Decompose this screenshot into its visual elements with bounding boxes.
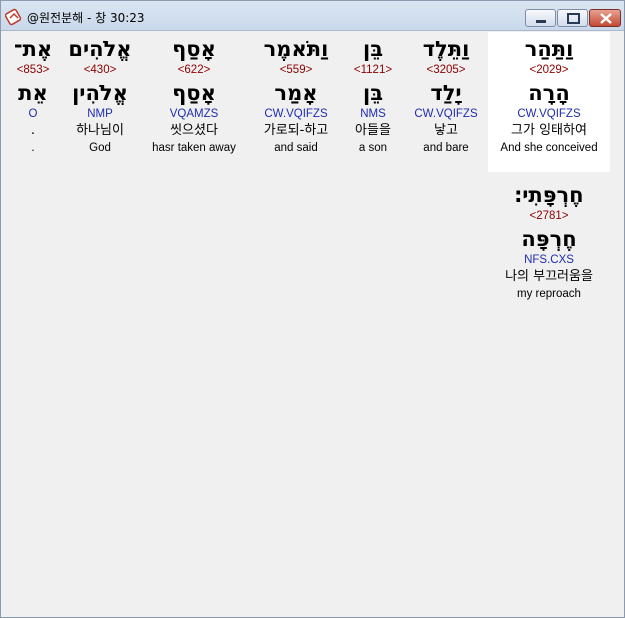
english-gloss: hasr taken away bbox=[152, 142, 236, 154]
hebrew-lemma: חֶרְפָּה bbox=[521, 227, 577, 251]
strongs-number[interactable]: <559> bbox=[252, 62, 340, 78]
korean-gloss: . bbox=[30, 123, 36, 138]
word-column-3[interactable]: בֵּן <1121> בֵּן NMS 아들을 a son bbox=[344, 32, 402, 156]
strongs-number[interactable]: <430> bbox=[62, 62, 138, 78]
title-bar[interactable]: @원전분해 - 창 30:23 bbox=[1, 1, 624, 31]
parsing-code: O bbox=[28, 108, 38, 120]
strongs-number[interactable]: <2029> bbox=[488, 62, 610, 78]
interlinear-panel: וַתַּהַר <2029> הָרָה CW.VQIFZS 그가 잉태하여 … bbox=[2, 32, 624, 617]
parsing-code: CW.VQIFZS bbox=[414, 108, 478, 120]
korean-gloss: 나의 부끄러움을 bbox=[505, 269, 593, 284]
english-gloss: a son bbox=[358, 142, 388, 154]
hebrew-lemma: יָלַד bbox=[430, 81, 462, 105]
hebrew-lemma: אָסַף bbox=[172, 81, 216, 105]
hebrew-lemma: אֱלֹהִין bbox=[72, 81, 128, 105]
hebrew-surface: אֶת־ bbox=[13, 37, 53, 61]
parsing-code: VQAMZS bbox=[169, 108, 219, 120]
hebrew-surface: אֱלֹהִים bbox=[68, 37, 132, 61]
strongs-number[interactable]: <1121> bbox=[344, 62, 402, 78]
strongs-number[interactable]: <3205> bbox=[406, 62, 486, 78]
word-column-1[interactable]: וַתַּהַר <2029> הָרָה CW.VQIFZS 그가 잉태하여 … bbox=[488, 32, 610, 172]
hebrew-lemma: אָמַר bbox=[274, 81, 318, 105]
word-column-7[interactable]: אֶת־ <853> אֵת O . . bbox=[8, 32, 58, 156]
hebrew-surface: בֵּן bbox=[362, 37, 383, 61]
korean-gloss: 낳고 bbox=[434, 123, 458, 138]
korean-gloss: 아들을 bbox=[355, 123, 391, 138]
parsing-code: CW.VQIFZS bbox=[517, 108, 581, 120]
strongs-number[interactable]: <2781> bbox=[488, 208, 610, 224]
korean-gloss: 하나님이 bbox=[76, 123, 124, 138]
word-column-4[interactable]: וַתֹּאמֶר <559> אָמַר CW.VQIFZS 가로되-하고 a… bbox=[252, 32, 340, 156]
word-column-6[interactable]: אֱלֹהִים <430> אֱלֹהִין NMP 하나님이 God bbox=[62, 32, 138, 156]
hebrew-lemma: אֵת bbox=[18, 81, 48, 105]
hebrew-surface: וַתֹּאמֶר bbox=[263, 37, 329, 61]
hebrew-surface: אָסַף bbox=[172, 37, 216, 61]
hebrew-surface: וַתֵּלֶד bbox=[422, 37, 470, 61]
window-title: @원전분해 - 창 30:23 bbox=[27, 11, 145, 25]
english-gloss: my reproach bbox=[517, 288, 581, 300]
word-column-8[interactable]: חֶרְפָּתִי׃ <2781> חֶרְפָּה NFS.CXS 나의 부… bbox=[488, 178, 610, 302]
parsing-code: NMP bbox=[87, 108, 113, 120]
english-gloss: God bbox=[89, 142, 111, 154]
strongs-number[interactable]: <622> bbox=[142, 62, 246, 78]
maximize-icon bbox=[567, 13, 580, 24]
app-icon[interactable] bbox=[4, 8, 23, 26]
close-button[interactable] bbox=[589, 9, 621, 27]
maximize-button[interactable] bbox=[557, 9, 588, 27]
minimize-button[interactable] bbox=[525, 9, 556, 27]
english-gloss: . bbox=[31, 142, 35, 154]
parsing-code: NFS.CXS bbox=[524, 254, 574, 266]
korean-gloss: 씻으셨다 bbox=[170, 123, 218, 138]
hebrew-lemma: בֵּן bbox=[362, 81, 383, 105]
close-icon bbox=[600, 13, 612, 24]
hebrew-surface: וַתַּהַר bbox=[524, 37, 574, 61]
strongs-number[interactable]: <853> bbox=[8, 62, 58, 78]
english-gloss: And she conceived bbox=[500, 142, 598, 154]
korean-gloss: 그가 잉태하여 bbox=[511, 123, 587, 138]
word-column-5[interactable]: אָסַף <622> אָסַף VQAMZS 씻으셨다 hasr taken… bbox=[142, 32, 246, 156]
parsing-code: CW.VQIFZS bbox=[264, 108, 328, 120]
hebrew-lemma: הָרָה bbox=[528, 81, 570, 105]
hebrew-surface: חֶרְפָּתִי׃ bbox=[514, 183, 584, 207]
korean-gloss: 가로되-하고 bbox=[263, 123, 329, 138]
minimize-icon bbox=[536, 20, 546, 23]
word-column-2[interactable]: וַתֵּלֶד <3205> יָלַד CW.VQIFZS 낳고 and b… bbox=[406, 32, 486, 156]
english-gloss: and said bbox=[274, 142, 318, 154]
app-window: @원전분해 - 창 30:23 וַתַּהַר <2029> הָרָה CW… bbox=[0, 0, 625, 618]
parsing-code: NMS bbox=[360, 108, 386, 120]
english-gloss: and bare bbox=[423, 142, 469, 154]
